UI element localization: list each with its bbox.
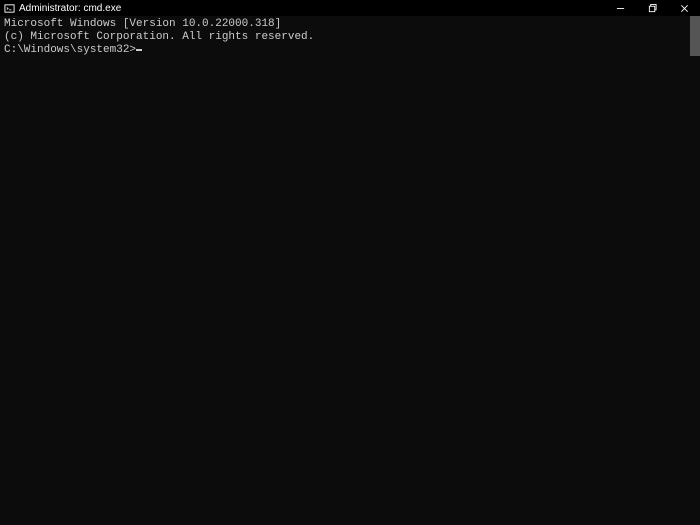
titlebar: Administrator: cmd.exe bbox=[0, 0, 700, 16]
prompt-text: C:\Windows\system32> bbox=[4, 44, 136, 57]
close-button[interactable] bbox=[668, 0, 700, 16]
titlebar-left: Administrator: cmd.exe bbox=[4, 3, 121, 14]
terminal-line: (c) Microsoft Corporation. All rights re… bbox=[4, 31, 696, 44]
cursor bbox=[136, 49, 142, 51]
scrollbar-thumb[interactable] bbox=[690, 16, 700, 56]
prompt-line: C:\Windows\system32> bbox=[4, 44, 696, 57]
terminal-output[interactable]: Microsoft Windows [Version 10.0.22000.31… bbox=[0, 16, 700, 59]
minimize-button[interactable] bbox=[604, 0, 636, 16]
cmd-icon bbox=[4, 3, 15, 14]
maximize-button[interactable] bbox=[636, 0, 668, 16]
window-title: Administrator: cmd.exe bbox=[19, 3, 121, 14]
terminal-line: Microsoft Windows [Version 10.0.22000.31… bbox=[4, 18, 696, 31]
window-controls bbox=[604, 0, 700, 16]
